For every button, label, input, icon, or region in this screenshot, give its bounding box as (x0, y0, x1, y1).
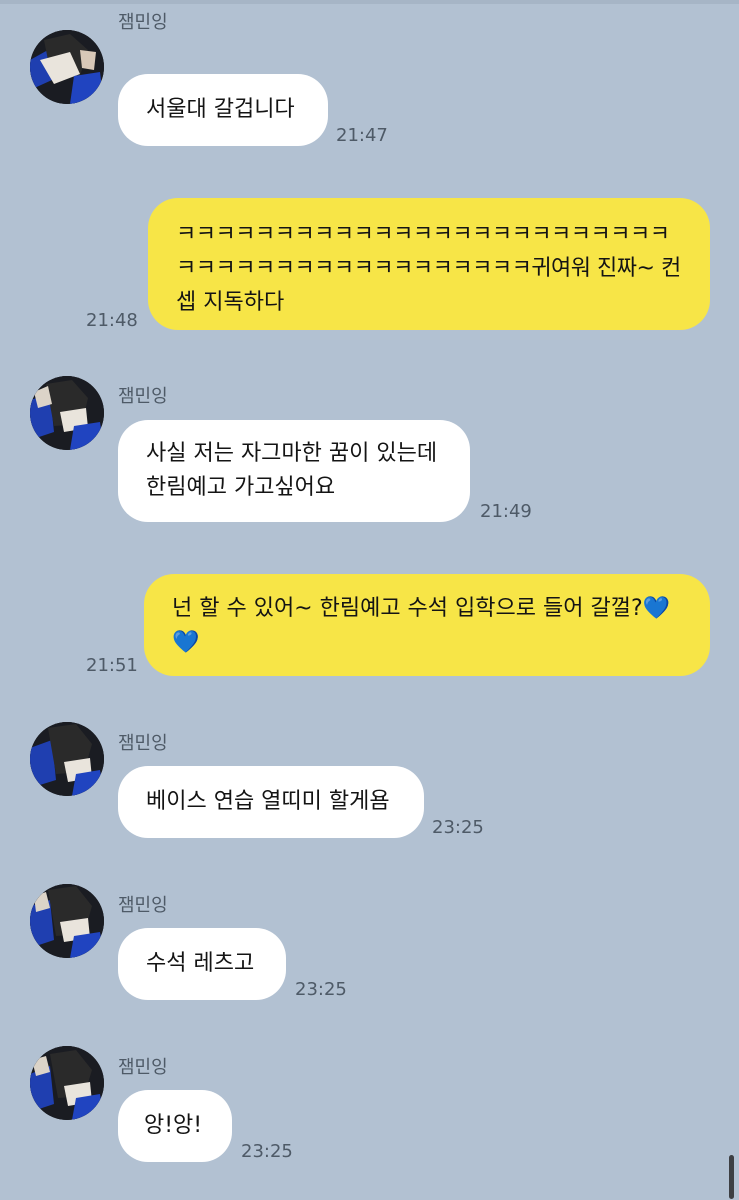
message-text-line: 한림예고 가고싶어요 (146, 475, 336, 500)
message-bubble[interactable]: 서울대 갈겁니다 (118, 74, 328, 146)
message-text-line: ㅋㅋㅋㅋㅋㅋㅋㅋㅋㅋㅋㅋㅋㅋㅋㅋㅋㅋ귀여워 진짜~ 컨 (176, 256, 681, 281)
message-time: 21:49 (480, 501, 532, 522)
message-text-row: 💙 (172, 626, 199, 660)
avatar[interactable] (30, 30, 104, 104)
avatar-photo (30, 376, 104, 450)
message-text-line: 넌 할 수 있어~ 한림예고 수석 입학으로 들어 갈껄? (172, 596, 643, 621)
message-text-row: 넌 할 수 있어~ 한림예고 수석 입학으로 들어 갈껄?💙 (172, 592, 670, 626)
message-time: 21:51 (86, 655, 138, 676)
avatar[interactable] (30, 884, 104, 958)
sender-name: 잼민잉 (118, 386, 168, 407)
blue-heart-icon: 💙 (642, 596, 671, 621)
sender-name: 잼민잉 (118, 733, 168, 754)
message-time: 23:25 (295, 979, 347, 1000)
message-text-line: 셉 지독하다 (176, 290, 285, 315)
message-text: 베이스 연습 열띠미 할게욤 (146, 789, 390, 814)
sender-name: 잼민잉 (118, 895, 168, 916)
message-bubble-outgoing[interactable]: 넌 할 수 있어~ 한림예고 수석 입학으로 들어 갈껄?💙 💙 (144, 574, 710, 676)
avatar-photo (30, 1046, 104, 1120)
message-text: 서울대 갈겁니다 (146, 97, 295, 122)
blue-heart-icon: 💙 (172, 630, 200, 655)
message-text: 앙!앙! (144, 1113, 203, 1138)
message-text: 수석 레츠고 (146, 951, 255, 976)
avatar-photo (30, 884, 104, 958)
message-time: 21:48 (86, 310, 138, 331)
message-bubble[interactable]: 베이스 연습 열띠미 할게욤 (118, 766, 424, 838)
avatar[interactable] (30, 722, 104, 796)
message-time: 23:25 (432, 817, 484, 838)
sender-name: 잼민잉 (118, 1057, 168, 1078)
avatar[interactable] (30, 1046, 104, 1120)
scrollbar-thumb[interactable] (729, 1155, 734, 1199)
message-time: 21:47 (336, 125, 388, 146)
message-bubble[interactable]: 수석 레츠고 (118, 928, 286, 1000)
message-bubble-outgoing[interactable]: ㅋㅋㅋㅋㅋㅋㅋㅋㅋㅋㅋㅋㅋㅋㅋㅋㅋㅋㅋㅋㅋㅋㅋㅋㅋ ㅋㅋㅋㅋㅋㅋㅋㅋㅋㅋㅋㅋㅋㅋ… (148, 198, 710, 330)
sender-name: 잼민잉 (118, 12, 168, 33)
message-text-line: ㅋㅋㅋㅋㅋㅋㅋㅋㅋㅋㅋㅋㅋㅋㅋㅋㅋㅋㅋㅋㅋㅋㅋㅋㅋ (176, 222, 670, 247)
message-bubble[interactable]: 사실 저는 자그마한 꿈이 있는데 한림예고 가고싶어요 (118, 420, 470, 522)
top-divider (0, 0, 739, 4)
avatar-photo (30, 30, 104, 104)
message-text-line: 사실 저는 자그마한 꿈이 있는데 (146, 441, 438, 466)
avatar[interactable] (30, 376, 104, 450)
message-bubble[interactable]: 앙!앙! (118, 1090, 232, 1162)
avatar-photo (30, 722, 104, 796)
message-time: 23:25 (241, 1141, 293, 1162)
